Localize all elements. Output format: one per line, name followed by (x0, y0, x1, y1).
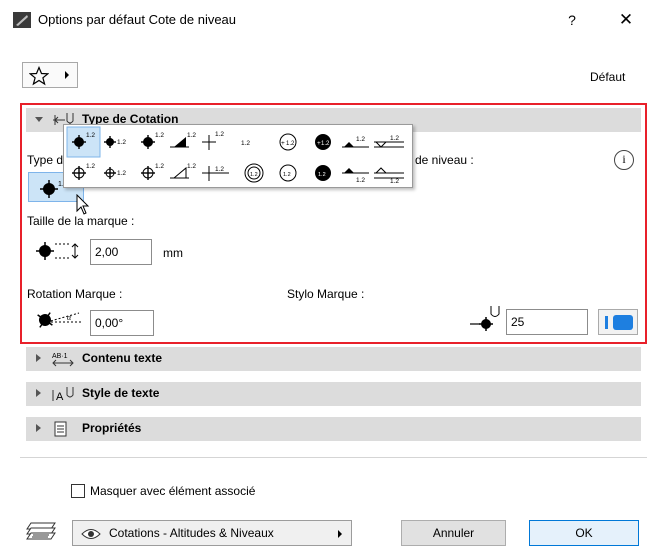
svg-text:1.2: 1.2 (356, 177, 365, 184)
archicad-icon (13, 12, 31, 28)
pen-label: Stylo Marque : (287, 287, 365, 301)
divider (20, 457, 647, 458)
marker-size-unit: mm (163, 246, 183, 260)
panel-label: Propriétés (82, 421, 142, 435)
rotation-label: Rotation Marque : (27, 287, 123, 301)
type-label: Type d (27, 153, 64, 167)
panel-proprietes-header[interactable]: Propriétés (26, 417, 641, 441)
cancel-button[interactable]: Annuler (401, 520, 506, 546)
marker-option[interactable]: 1.2 (141, 132, 164, 149)
svg-text:AB·1: AB·1 (52, 353, 68, 360)
marker-option[interactable]: 1.2 (374, 135, 404, 148)
pen-number-input[interactable]: 25 (506, 309, 588, 335)
hide-with-element-label: Masquer avec élément associé (90, 484, 256, 498)
marker-option[interactable]: 1.2 (104, 136, 126, 148)
expand-icon (36, 354, 41, 362)
layer-dropdown[interactable]: Cotations - Altitudes & Niveaux (72, 520, 352, 546)
text-content-icon: AB·1 (52, 353, 74, 367)
svg-text:1.2: 1.2 (390, 135, 399, 142)
pen-line-preview (605, 316, 608, 329)
marker-option[interactable]: 1.2 (244, 163, 264, 183)
marker-size-label: Taille de la marque : (27, 214, 135, 228)
svg-text:1.2: 1.2 (215, 166, 224, 173)
layer-value: Cotations - Altitudes & Niveaux (109, 526, 274, 540)
chevron-right-icon (65, 71, 69, 79)
svg-text:1.2: 1.2 (187, 132, 196, 139)
marker-option[interactable]: 1.2 (342, 168, 369, 184)
favorites-button[interactable] (22, 62, 78, 88)
marker-option[interactable]: 1.2 (170, 163, 196, 179)
panel-label: Style de texte (82, 386, 160, 400)
svg-text:1.2: 1.2 (215, 131, 224, 138)
star-icon (29, 66, 49, 86)
panel-label: Contenu texte (82, 351, 163, 365)
marker-size-input[interactable]: 2,00 (90, 239, 152, 265)
expand-icon (36, 389, 41, 397)
eye-icon (81, 529, 101, 539)
level-type-label: de niveau : (415, 153, 474, 167)
svg-text:1.2: 1.2 (390, 178, 399, 185)
svg-text:1.2: 1.2 (250, 172, 258, 178)
layer-stack-icon (26, 522, 56, 540)
marker-option[interactable]: 1.2 (342, 136, 369, 148)
properties-document-icon (54, 421, 67, 437)
svg-text:1.2: 1.2 (117, 139, 126, 146)
marker-option[interactable]: + 1.2 (279, 133, 297, 151)
svg-text:1.2: 1.2 (241, 140, 250, 147)
marker-option[interactable]: 1.2 (170, 132, 196, 148)
svg-text:1.2: 1.2 (283, 172, 291, 178)
svg-text:1.2: 1.2 (318, 172, 326, 178)
marker-option[interactable]: 1.2 (315, 165, 331, 181)
svg-text:A: A (56, 391, 64, 403)
pen-color-swatch (613, 315, 633, 330)
svg-text:1.2: 1.2 (321, 141, 330, 147)
title-bar: Options par défaut Cote de niveau ? ✕ (0, 0, 652, 40)
svg-text:α: α (67, 313, 72, 322)
marker-type-popup: 1.2 1.2 1.2 1.2 1.2 1.2 + 1.2 + 1.2 1.2 … (63, 124, 413, 188)
hide-with-element-checkbox[interactable] (71, 484, 85, 498)
chevron-right-icon (338, 530, 342, 538)
marker-option[interactable]: 1.2 (241, 140, 250, 147)
pen-color-button[interactable] (598, 309, 638, 335)
pen-marker-icon (470, 306, 500, 331)
svg-text:1.2: 1.2 (286, 141, 295, 147)
svg-text:1.2: 1.2 (155, 132, 164, 139)
marker-option[interactable]: 1.2 (202, 166, 229, 181)
svg-text:+: + (281, 140, 285, 147)
marker-grid: 1.2 1.2 1.2 1.2 1.2 1.2 + 1.2 + 1.2 1.2 … (66, 126, 404, 185)
help-button[interactable]: ? (557, 8, 587, 32)
close-button[interactable]: ✕ (608, 6, 644, 34)
svg-text:1.2: 1.2 (86, 163, 95, 170)
ok-button[interactable]: OK (529, 520, 639, 546)
panel-style-texte-header[interactable]: A Style de texte (26, 382, 641, 406)
panel-contenu-texte-header[interactable]: AB·1 Contenu texte (26, 347, 641, 371)
svg-text:1.2: 1.2 (117, 170, 126, 177)
marker-option[interactable]: 1.2 (72, 163, 95, 180)
marker-option[interactable]: + 1.2 (315, 134, 331, 150)
marker-option[interactable]: 1.2 (202, 131, 224, 150)
marker-option[interactable]: 1.2 (104, 167, 126, 179)
info-icon[interactable]: i (614, 150, 634, 170)
default-label: Défaut (590, 70, 626, 84)
text-style-icon: A (52, 387, 74, 403)
marker-option[interactable]: 1.2 (374, 167, 404, 185)
rotation-input[interactable]: 0,00° (90, 310, 154, 336)
marker-size-icon (36, 242, 79, 260)
mouse-cursor-icon (76, 194, 90, 215)
svg-text:1.2: 1.2 (187, 163, 196, 170)
expand-icon (36, 424, 41, 432)
svg-text:1.2: 1.2 (155, 163, 164, 170)
marker-option[interactable]: 1.2 (141, 163, 164, 180)
rotation-icon: α (37, 312, 83, 328)
svg-text:1.2: 1.2 (356, 136, 365, 143)
marker-option[interactable]: 1.2 (279, 164, 297, 182)
svg-text:1.2: 1.2 (86, 132, 95, 139)
window-title: Options par défaut Cote de niveau (38, 12, 237, 27)
